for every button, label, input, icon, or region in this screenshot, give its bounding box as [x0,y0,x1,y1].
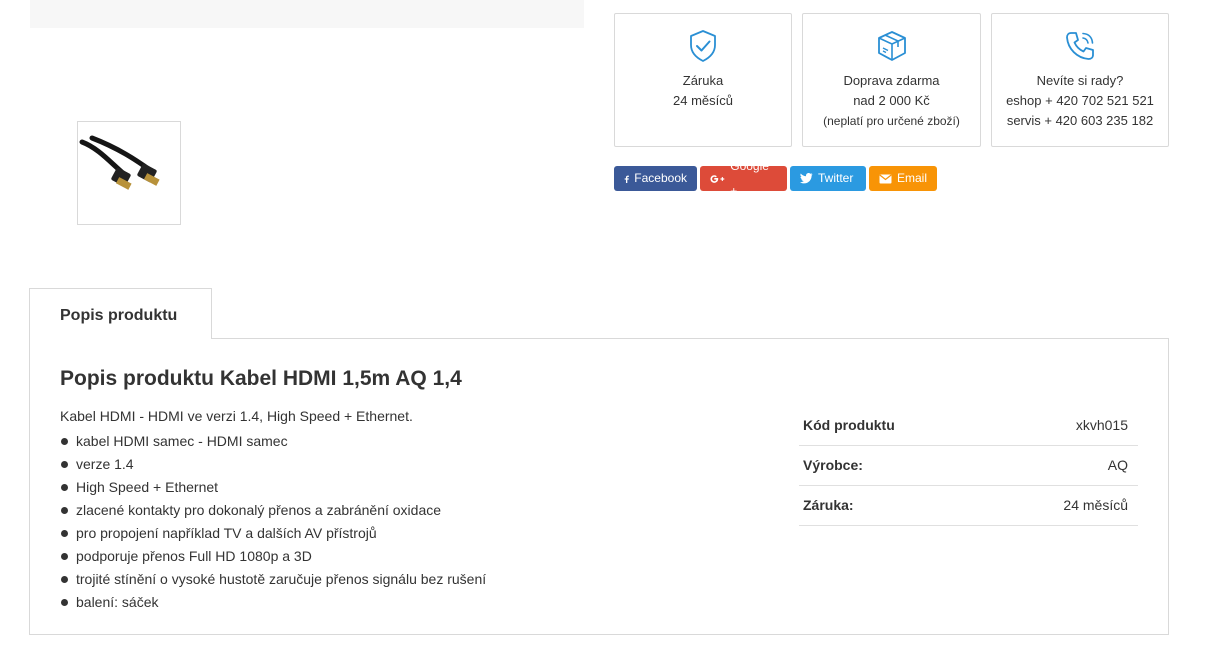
table-row: Záruka: 24 měsíců [799,485,1138,526]
spec-key: Kód produktu [799,405,994,446]
product-thumbnail[interactable] [77,121,181,225]
share-email-label: Email [896,171,927,185]
shield-check-icon [690,30,716,62]
product-main-image-area [30,0,584,28]
google-plus-icon [710,174,725,183]
list-item: podporuje přenos Full HD 1080p a 3D [60,545,486,568]
table-row: Kód produktu xkvh015 [799,405,1138,446]
share-twitter-button[interactable]: Twitter [790,166,866,191]
share-facebook-label: Facebook [634,171,687,185]
spec-value: AQ [993,445,1138,486]
feature-list: kabel HDMI samec - HDMI samec verze 1.4 … [60,430,486,614]
shipping-title: Doprava zdarma [843,73,940,88]
list-item: pro propojení například TV a dalších AV … [60,522,486,545]
envelope-icon [879,174,892,183]
spec-value: 24 měsíců [993,485,1138,526]
list-item: High Speed + Ethernet [60,476,486,499]
share-twitter-label: Twitter [818,171,854,185]
service-phone[interactable]: servis + 420 603 235 182 [992,111,1168,131]
warranty-info-box: Záruka 24 měsíců [614,13,792,147]
warranty-title: Záruka [682,73,724,88]
facebook-icon [624,175,629,183]
tab-product-description[interactable]: Popis produktu [29,288,212,339]
share-email-button[interactable]: Email [869,166,937,191]
spec-key: Záruka: [799,485,994,526]
list-item: balení: sáček [60,591,486,614]
shipping-threshold: nad 2 000 Kč [853,93,930,108]
list-item: zlacené kontakty pro dokonalý přenos a z… [60,499,486,522]
eshop-phone[interactable]: eshop + 420 702 521 521 [992,91,1168,111]
spec-value: xkvh015 [993,405,1138,446]
product-spec-table: Kód produktu xkvh015 Výrobce: AQ Záruka:… [799,405,1138,526]
description-title: Popis produktu Kabel HDMI 1,5m AQ 1,4 [60,367,462,390]
help-title: Nevíte si rady? [1036,73,1124,88]
hdmi-cable-image [79,135,160,190]
list-item: kabel HDMI samec - HDMI samec [60,430,486,453]
twitter-icon [800,173,813,184]
list-item: trojité stínění o vysoké hustotě zaručuj… [60,568,486,591]
help-info-box: Nevíte si rady? eshop + 420 702 521 521 … [991,13,1169,147]
phone-icon [1066,32,1094,60]
spec-key: Výrobce: [799,445,994,486]
warranty-period: 24 měsíců [673,93,733,108]
package-icon [877,31,906,61]
shipping-note: (neplatí pro určené zboží) [823,114,960,128]
description-intro: Kabel HDMI - HDMI ve verzi 1.4, High Spe… [60,408,413,424]
shipping-info-box: Doprava zdarma nad 2 000 Kč (neplatí pro… [802,13,981,147]
list-item: verze 1.4 [60,453,486,476]
share-google-label: Google + [730,158,769,198]
share-google-plus-button[interactable]: Google + [700,159,787,198]
table-row: Výrobce: AQ [799,445,1138,486]
share-facebook-button[interactable]: Facebook [614,166,697,191]
